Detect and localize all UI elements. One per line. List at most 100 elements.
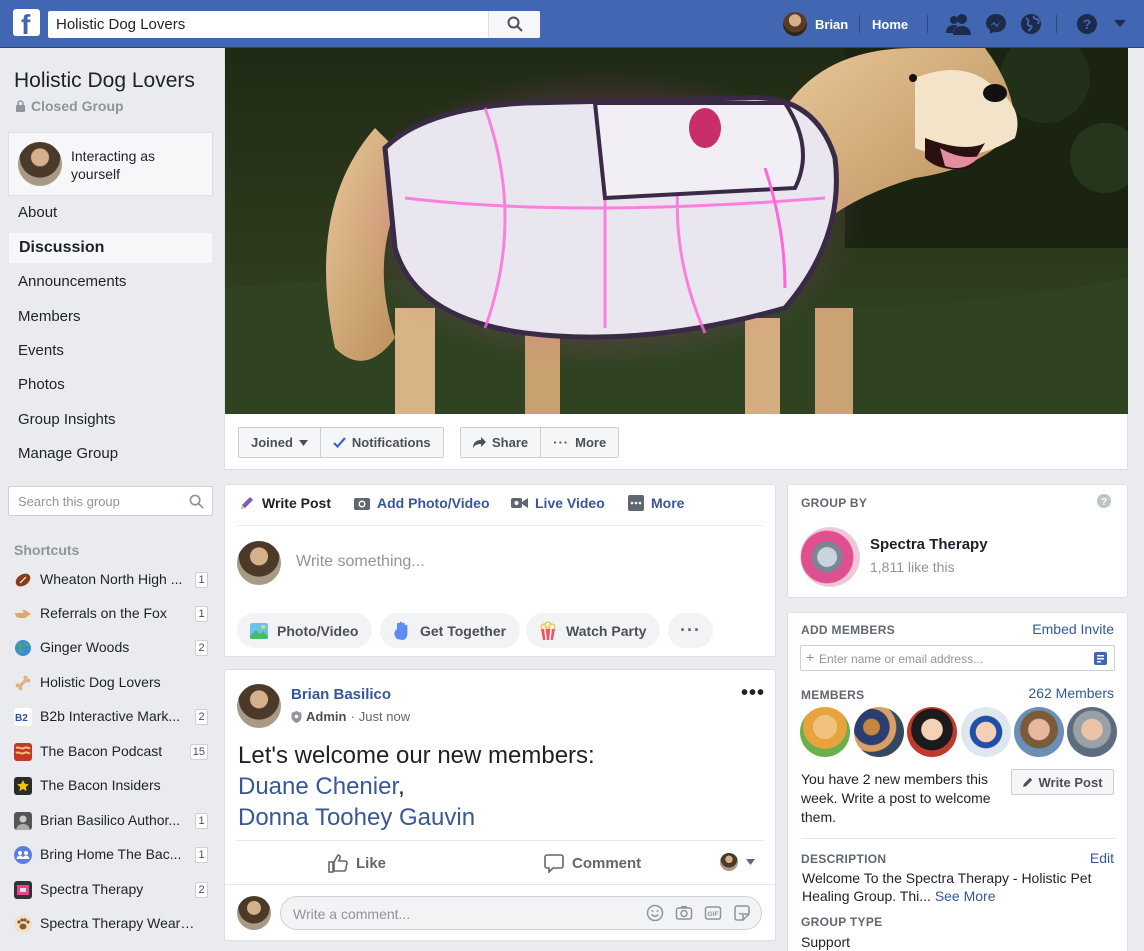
write-post-button[interactable]: Write Post: [1011, 769, 1114, 795]
shortcut-item[interactable]: Brian Basilico Author... 1: [14, 809, 214, 833]
owner-avatar[interactable]: [800, 527, 860, 587]
member-avatar[interactable]: [800, 707, 850, 757]
group-title[interactable]: Holistic Dog Lovers: [14, 69, 195, 93]
emoji-icon[interactable]: [646, 904, 664, 922]
sidebar-item-announcements[interactable]: Announcements: [8, 266, 213, 298]
group-search-input[interactable]: Search this group: [8, 486, 213, 516]
profile-avatar[interactable]: [783, 12, 807, 36]
shortcut-label: Spectra Therapy Weara...: [40, 915, 195, 931]
sidebar-item-group-insights[interactable]: Group Insights: [8, 404, 213, 436]
add-members-input[interactable]: + Enter name or email address...: [800, 645, 1115, 671]
member-avatar[interactable]: [854, 707, 904, 757]
member-link[interactable]: Donna Toohey Gauvin: [238, 804, 475, 831]
shortcut-label: B2b Interactive Mark...: [40, 708, 181, 724]
tab-add-photo-video[interactable]: Add Photo/Video: [354, 495, 490, 511]
comment-placeholder: Write a comment...: [293, 906, 411, 922]
notifications-button[interactable]: Notifications: [321, 428, 443, 457]
comment-label: Comment: [572, 854, 642, 872]
share-arrow-icon: [473, 437, 486, 448]
sidebar-item-discussion[interactable]: Discussion: [8, 232, 213, 264]
post-timestamp[interactable]: Just now: [359, 709, 410, 724]
tab-live-video[interactable]: Live Video: [511, 495, 605, 511]
embed-invite-link[interactable]: Embed Invite: [1032, 621, 1114, 637]
sidebar-item-about[interactable]: About: [8, 197, 213, 229]
shortcut-item[interactable]: The Bacon Insiders: [14, 774, 214, 798]
profile-name-link[interactable]: Brian: [815, 17, 848, 32]
help-icon[interactable]: ?: [1076, 13, 1098, 35]
gif-icon[interactable]: GIF: [704, 904, 722, 922]
edit-description-link[interactable]: Edit: [1090, 850, 1114, 866]
member-avatar[interactable]: [1014, 707, 1064, 757]
member-avatar[interactable]: [961, 707, 1011, 757]
sticker-icon[interactable]: [733, 904, 751, 922]
contact-card-icon[interactable]: [1094, 652, 1107, 665]
tab-more[interactable]: More: [628, 495, 684, 511]
tab-write-post[interactable]: Write Post: [239, 495, 331, 511]
composer-input[interactable]: Write something...: [296, 553, 425, 571]
owner-name-link[interactable]: Spectra Therapy: [870, 536, 988, 553]
more-grid-icon: [628, 495, 644, 511]
get-together-chip[interactable]: Get Together: [380, 613, 521, 648]
interacting-as-selector[interactable]: Interacting as yourself: [8, 132, 213, 196]
shortcut-label: Bring Home The Bac...: [40, 846, 182, 862]
shortcut-item[interactable]: Ginger Woods 2: [14, 636, 214, 660]
notifications-label: Notifications: [351, 435, 431, 450]
cover-photo[interactable]: [225, 48, 1128, 414]
post-author-link[interactable]: Brian Basilico: [291, 686, 391, 703]
shortcut-item[interactable]: The Bacon Podcast 15: [14, 740, 214, 764]
shortcut-item[interactable]: Spectra Therapy 2: [14, 878, 214, 902]
friends-icon[interactable]: [946, 13, 972, 35]
shortcut-item[interactable]: Bring Home The Bac... 1: [14, 843, 214, 867]
home-link[interactable]: Home: [872, 17, 908, 32]
group-type-header: GROUP TYPE: [801, 915, 883, 929]
watch-party-chip[interactable]: Watch Party: [526, 613, 661, 648]
comment-button[interactable]: Comment: [544, 853, 641, 873]
tab-label: Write Post: [262, 495, 331, 511]
bone-icon: [15, 675, 31, 691]
post-meta: Admin · Just now: [291, 709, 410, 724]
global-search[interactable]: Holistic Dog Lovers: [48, 11, 540, 38]
pointing-hand-icon: [15, 610, 31, 618]
search-input[interactable]: Holistic Dog Lovers: [56, 16, 185, 33]
shortcut-item[interactable]: Wheaton North High ... 1: [14, 568, 214, 592]
caret-down-icon: [298, 439, 308, 446]
sidebar-item-events[interactable]: Events: [8, 335, 213, 367]
members-count-link[interactable]: 262 Members: [1028, 685, 1114, 701]
photo-video-chip[interactable]: Photo/Video: [237, 613, 373, 648]
search-button[interactable]: [488, 11, 540, 38]
globe-icon[interactable]: [1020, 13, 1042, 35]
post-as-selector[interactable]: [720, 853, 755, 871]
shortcut-item[interactable]: Holistic Dog Lovers: [14, 671, 214, 695]
avatar: [237, 896, 271, 930]
bacon-icon: [14, 743, 32, 761]
sidebar-item-manage-group[interactable]: Manage Group: [8, 438, 213, 470]
messenger-icon[interactable]: [985, 13, 1007, 35]
post-options-icon[interactable]: •••: [741, 682, 765, 705]
group-privacy: Closed Group: [15, 98, 124, 114]
plus-icon: +: [806, 649, 815, 665]
divider: [801, 838, 1115, 839]
help-icon[interactable]: ?: [1097, 494, 1111, 508]
member-avatar[interactable]: [907, 707, 957, 757]
share-button[interactable]: Share: [461, 428, 542, 457]
sidebar-item-members[interactable]: Members: [8, 301, 213, 333]
caret-down-icon[interactable]: [1113, 19, 1127, 29]
search-icon[interactable]: [189, 494, 204, 509]
sidebar-item-photos[interactable]: Photos: [8, 369, 213, 401]
author-avatar[interactable]: [237, 684, 281, 728]
camera-icon[interactable]: [675, 904, 693, 922]
see-more-link[interactable]: See More: [935, 888, 996, 904]
more-options-chip[interactable]: ···: [668, 613, 713, 648]
shortcut-item[interactable]: Referrals on the Fox 1: [14, 602, 214, 626]
shortcut-item[interactable]: B2 B2b Interactive Mark... 2: [14, 705, 214, 729]
member-link[interactable]: Duane Chenier: [238, 773, 398, 800]
members-header: MEMBERS: [801, 688, 865, 702]
more-button[interactable]: ··· More: [541, 428, 618, 457]
comma: ,: [398, 773, 405, 800]
shortcut-item[interactable]: Spectra Therapy Weara...: [14, 912, 214, 936]
comment-input[interactable]: Write a comment... GIF: [280, 896, 762, 930]
like-button[interactable]: Like: [328, 853, 386, 873]
facebook-logo[interactable]: f: [13, 9, 40, 36]
member-avatar[interactable]: [1067, 707, 1117, 757]
joined-button[interactable]: Joined: [239, 428, 321, 457]
